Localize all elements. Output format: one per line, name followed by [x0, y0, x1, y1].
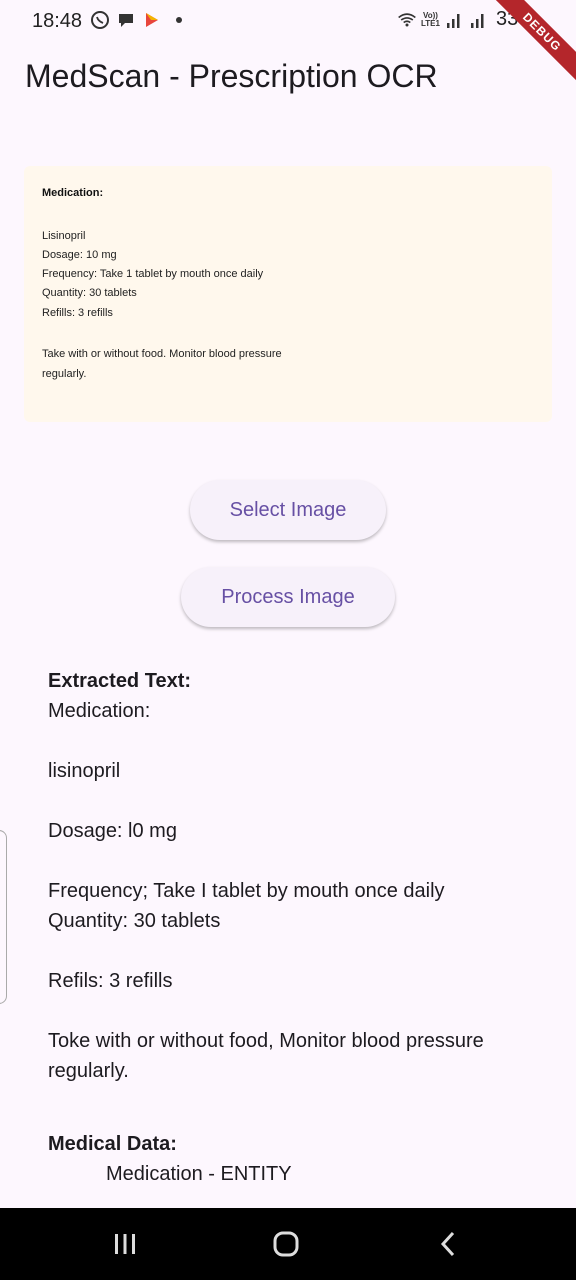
- rx-line: Dosage: 10 mg: [42, 249, 117, 261]
- volte-label-bottom: LTE1: [421, 18, 440, 28]
- extracted-line: lisinopril: [48, 760, 121, 782]
- extracted-line: Quantity: 30 tablets: [48, 910, 221, 932]
- notification-icons: [90, 10, 182, 30]
- rx-line: Take with or without food. Monitor blood…: [42, 348, 282, 360]
- signal-icon: [446, 13, 460, 28]
- select-image-button[interactable]: Select Image: [190, 480, 386, 540]
- wifi-icon: [398, 12, 416, 26]
- back-icon: [440, 1231, 455, 1257]
- rx-line: regularly.: [42, 368, 87, 380]
- extracted-line: Refils: 3 refills: [48, 970, 173, 992]
- extracted-line: regularly.: [48, 1060, 129, 1082]
- status-time: 18:48: [32, 10, 83, 32]
- extracted-line: Toke with or without food, Monitor blood…: [48, 1030, 484, 1052]
- status-bar: 18:48 Vo)) LTE1: [0, 0, 576, 44]
- extracted-text-label: Extracted Text:: [48, 670, 192, 692]
- prescription-image: Medication: Lisinopril Dosage: 10 mg Fre…: [24, 166, 552, 422]
- extracted-line: Dosage: l0 mg: [48, 820, 177, 842]
- notification-dot: [176, 17, 182, 23]
- signal-icon: [470, 13, 484, 28]
- extracted-line-blank: [48, 846, 548, 876]
- extracted-line-blank: [48, 786, 548, 816]
- home-button[interactable]: [266, 1228, 306, 1260]
- app-screen: 18:48 Vo)) LTE1 DEBUG MedScan - Prescrip…: [0, 0, 576, 1280]
- app-icon: [146, 13, 158, 27]
- home-icon: [273, 1231, 299, 1257]
- rx-line: Quantity: 30 tablets: [42, 287, 137, 299]
- recents-icon: [115, 1234, 135, 1254]
- extracted-line-blank: [48, 726, 548, 756]
- medical-entity: Medication - ENTITY: [106, 1163, 292, 1185]
- back-button[interactable]: [428, 1228, 468, 1260]
- whatsapp-icon: [91, 11, 109, 29]
- extracted-text-section: Extracted Text: Medication: lisinopril D…: [48, 666, 548, 1086]
- volte-indicator: Vo)) LTE1: [421, 11, 440, 28]
- extracted-line-blank: [48, 936, 548, 966]
- medical-data-label: Medical Data:: [48, 1133, 177, 1155]
- edge-panel-handle[interactable]: [0, 830, 7, 1004]
- extracted-line-blank: [48, 996, 548, 1026]
- extracted-line: Frequency; Take I tablet by mouth once d…: [48, 880, 445, 902]
- page-title: MedScan - Prescription OCR: [25, 58, 438, 94]
- chat-icon: [119, 14, 133, 27]
- rx-line: Frequency: Take 1 tablet by mouth once d…: [42, 268, 264, 280]
- rx-line: Lisinopril: [42, 230, 86, 242]
- rx-heading: Medication:: [42, 187, 104, 199]
- process-image-button[interactable]: Process Image: [181, 567, 395, 627]
- extracted-line: Medication:: [48, 700, 151, 722]
- rx-line: Refills: 3 refills: [42, 307, 113, 319]
- navigation-bar: [0, 1208, 576, 1280]
- recents-button[interactable]: [105, 1228, 145, 1260]
